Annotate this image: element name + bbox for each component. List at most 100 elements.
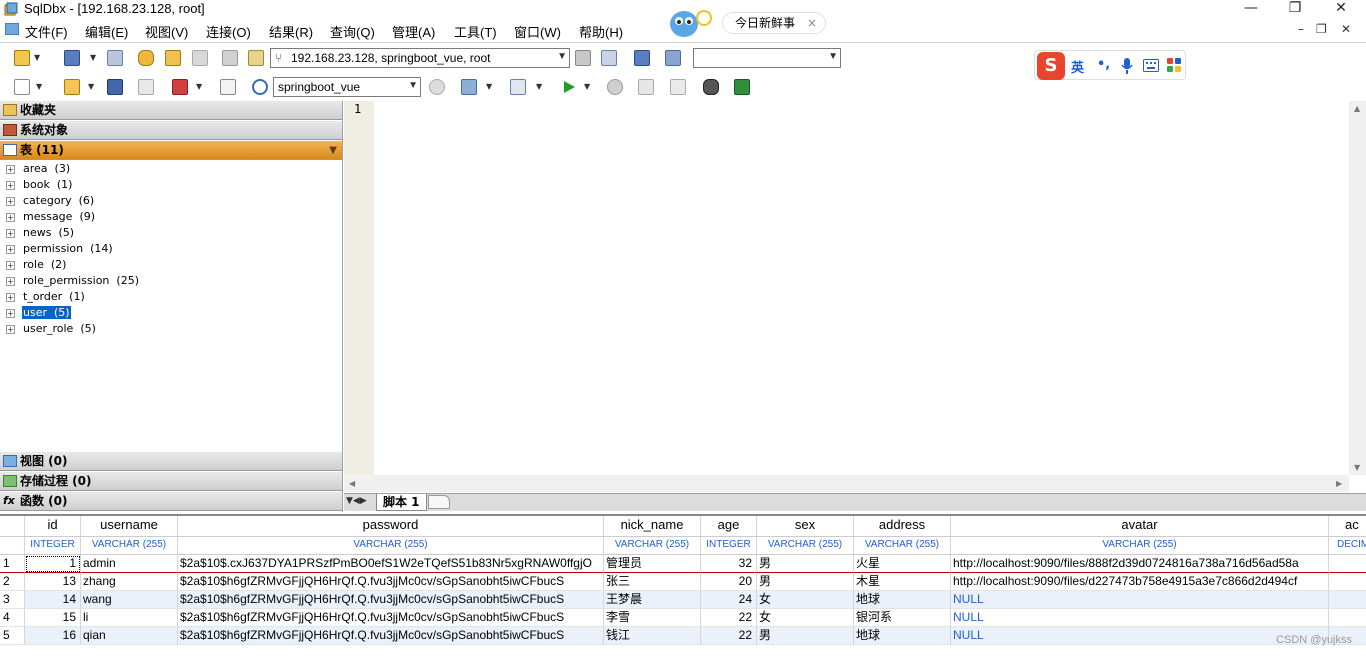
grid-cell-age[interactable]: 22	[701, 627, 757, 645]
connect-icon[interactable]	[14, 50, 30, 66]
excel-icon[interactable]	[734, 79, 750, 95]
grid-cell-avatar[interactable]: http://localhost:9090/files/888f2d39d072…	[951, 555, 1329, 573]
mdi-close-button[interactable]: ✕	[1341, 22, 1351, 36]
news-close-icon[interactable]: ×	[807, 13, 817, 33]
grid-cell-id[interactable]: 14	[25, 591, 81, 609]
grid-cell-nick-name[interactable]: 李雪	[604, 609, 701, 627]
vertical-scrollbar[interactable]: ▲ ▼	[1349, 101, 1366, 475]
menu-edit[interactable]: 编辑(E)	[85, 22, 128, 41]
chevron-down-icon[interactable]: ▼	[90, 53, 96, 62]
chevron-down-icon[interactable]: ▼	[828, 51, 838, 62]
new-query-icon[interactable]	[14, 79, 30, 95]
menu-results[interactable]: 结果(R)	[269, 22, 313, 41]
ime-lang-toggle[interactable]: 英	[1071, 57, 1084, 76]
save-connection-icon[interactable]	[64, 50, 80, 66]
grid-cell-address[interactable]: 地球	[854, 591, 951, 609]
system-objects-header[interactable]: 系统对象	[0, 121, 342, 140]
menu-file[interactable]: 文件(F)	[25, 22, 68, 41]
grid-cell-age[interactable]: 24	[701, 591, 757, 609]
table-node[interactable]: + role (2)	[6, 258, 67, 274]
windows-icon[interactable]	[107, 50, 123, 66]
column-header[interactable]: ac	[1329, 516, 1366, 537]
database-select[interactable]: springboot_vue ▼	[273, 77, 421, 97]
compare-icon[interactable]	[665, 50, 681, 66]
row-number[interactable]: 5	[0, 627, 25, 645]
chevron-down-icon[interactable]: ▼	[88, 82, 94, 91]
column-header[interactable]: age	[701, 516, 757, 537]
grid-cell-password[interactable]: $2a$10$h6gfZRMvGFjjQH6HrQf.Q.fvu3jjMc0cv…	[178, 573, 604, 591]
chevron-down-icon[interactable]: ▼	[408, 80, 418, 91]
copy-icon[interactable]	[601, 50, 617, 66]
format-icon[interactable]	[461, 79, 477, 95]
scroll-left-icon[interactable]: ◀	[349, 479, 355, 488]
menu-help[interactable]: 帮助(H)	[579, 22, 623, 41]
table-node-selected[interactable]: + user (5)	[6, 306, 71, 322]
chevron-down-icon[interactable]: ▼	[584, 82, 590, 91]
mdi-minimize-button[interactable]: –	[1298, 22, 1304, 36]
views-header[interactable]: 视图 (0)	[0, 452, 342, 471]
filter-select[interactable]: ▼	[693, 48, 841, 68]
minimize-button[interactable]: —	[1228, 0, 1274, 18]
filter-icon[interactable]: ▼	[329, 142, 337, 160]
database-icon[interactable]	[138, 50, 154, 66]
menu-view[interactable]: 视图(V)	[145, 22, 188, 41]
rollback-icon[interactable]	[192, 50, 208, 66]
grid-cell-ac[interactable]	[1329, 573, 1366, 591]
tables-header[interactable]: 表 (11) ▼	[0, 141, 342, 160]
scroll-right-icon[interactable]: ▶	[1336, 479, 1342, 488]
grid-cell-password[interactable]: $2a$10$.cxJ637DYA1PRSzfPmBO0efS1W2eTQefS…	[178, 555, 604, 573]
grid-cell-nick-name[interactable]: 王梦晨	[604, 591, 701, 609]
grid-cell-avatar[interactable]: NULL	[951, 591, 1329, 609]
favorites-header[interactable]: 收藏夹	[0, 101, 342, 120]
table-node[interactable]: + user_role (5)	[6, 322, 97, 338]
column-header[interactable]: avatar	[951, 516, 1329, 537]
grid-cell-ac[interactable]	[1329, 609, 1366, 627]
grid-cell-nick-name[interactable]: 张三	[604, 573, 701, 591]
refresh-icon[interactable]	[252, 79, 268, 95]
connection-select[interactable]: ⑂ 192.168.23.128, springboot_vue, root ▼	[270, 48, 570, 68]
functions-header[interactable]: fx 函数 (0)	[0, 492, 342, 511]
expand-icon[interactable]: +	[6, 324, 15, 334]
table-node[interactable]: + category (6)	[6, 194, 95, 210]
grid-cell-nick-name[interactable]: 管理员	[604, 555, 701, 573]
grid-cell-avatar[interactable]: http://localhost:9090/files/d227473b758e…	[951, 573, 1329, 591]
table-node[interactable]: + area (3)	[6, 162, 71, 178]
expand-icon[interactable]: +	[6, 180, 15, 190]
grid-cell-username[interactable]: qian	[81, 627, 178, 645]
binoculars-icon[interactable]	[703, 79, 719, 95]
column-header[interactable]: sex	[757, 516, 854, 537]
restore-button[interactable]: ❐	[1272, 0, 1318, 18]
grid-cell-password[interactable]: $2a$10$h6gfZRMvGFjjQH6HrQf.Q.fvu3jjMc0cv…	[178, 609, 604, 627]
list-icon[interactable]	[510, 79, 526, 95]
open-folder-icon[interactable]	[64, 79, 80, 95]
column-header[interactable]: address	[854, 516, 951, 537]
tab-nav-arrows[interactable]: ▼◀▶	[346, 496, 367, 506]
sql-editor[interactable]: 1 ▲ ▼ ◀ ▶	[344, 101, 1366, 493]
export-icon[interactable]	[670, 79, 686, 95]
grid-cell-password[interactable]: $2a$10$h6gfZRMvGFjjQH6HrQf.Q.fvu3jjMc0cv…	[178, 627, 604, 645]
grid-cell-sex[interactable]: 男	[757, 555, 854, 573]
expand-icon[interactable]: +	[6, 292, 15, 302]
expand-icon[interactable]: +	[6, 308, 15, 318]
news-pill[interactable]: 今日新鲜事 ×	[722, 12, 826, 34]
transfer-icon[interactable]	[634, 50, 650, 66]
procedures-header[interactable]: 存储过程 (0)	[0, 472, 342, 491]
news-notification[interactable]: 今日新鲜事 ×	[668, 6, 830, 40]
horizontal-scrollbar[interactable]: ◀ ▶	[344, 475, 1349, 492]
grid-cell-address[interactable]: 木星	[854, 573, 951, 591]
document-icon[interactable]	[5, 23, 19, 35]
close-query-icon[interactable]	[138, 79, 154, 95]
microphone-icon[interactable]	[1121, 58, 1133, 74]
grid-cell-sex[interactable]: 男	[757, 573, 854, 591]
row-number[interactable]: 4	[0, 609, 25, 627]
grid-cell-id[interactable]: 15	[25, 609, 81, 627]
grid-cell-avatar[interactable]: NULL	[951, 609, 1329, 627]
grid-cell-age[interactable]: 22	[701, 609, 757, 627]
expand-icon[interactable]: +	[6, 228, 15, 238]
save-icon[interactable]	[107, 79, 123, 95]
commit-icon[interactable]	[165, 50, 181, 66]
expand-icon[interactable]: +	[6, 212, 15, 222]
new-tab-button[interactable]	[428, 495, 450, 509]
grid-cell-sex[interactable]: 男	[757, 627, 854, 645]
expand-icon[interactable]: +	[6, 164, 15, 174]
